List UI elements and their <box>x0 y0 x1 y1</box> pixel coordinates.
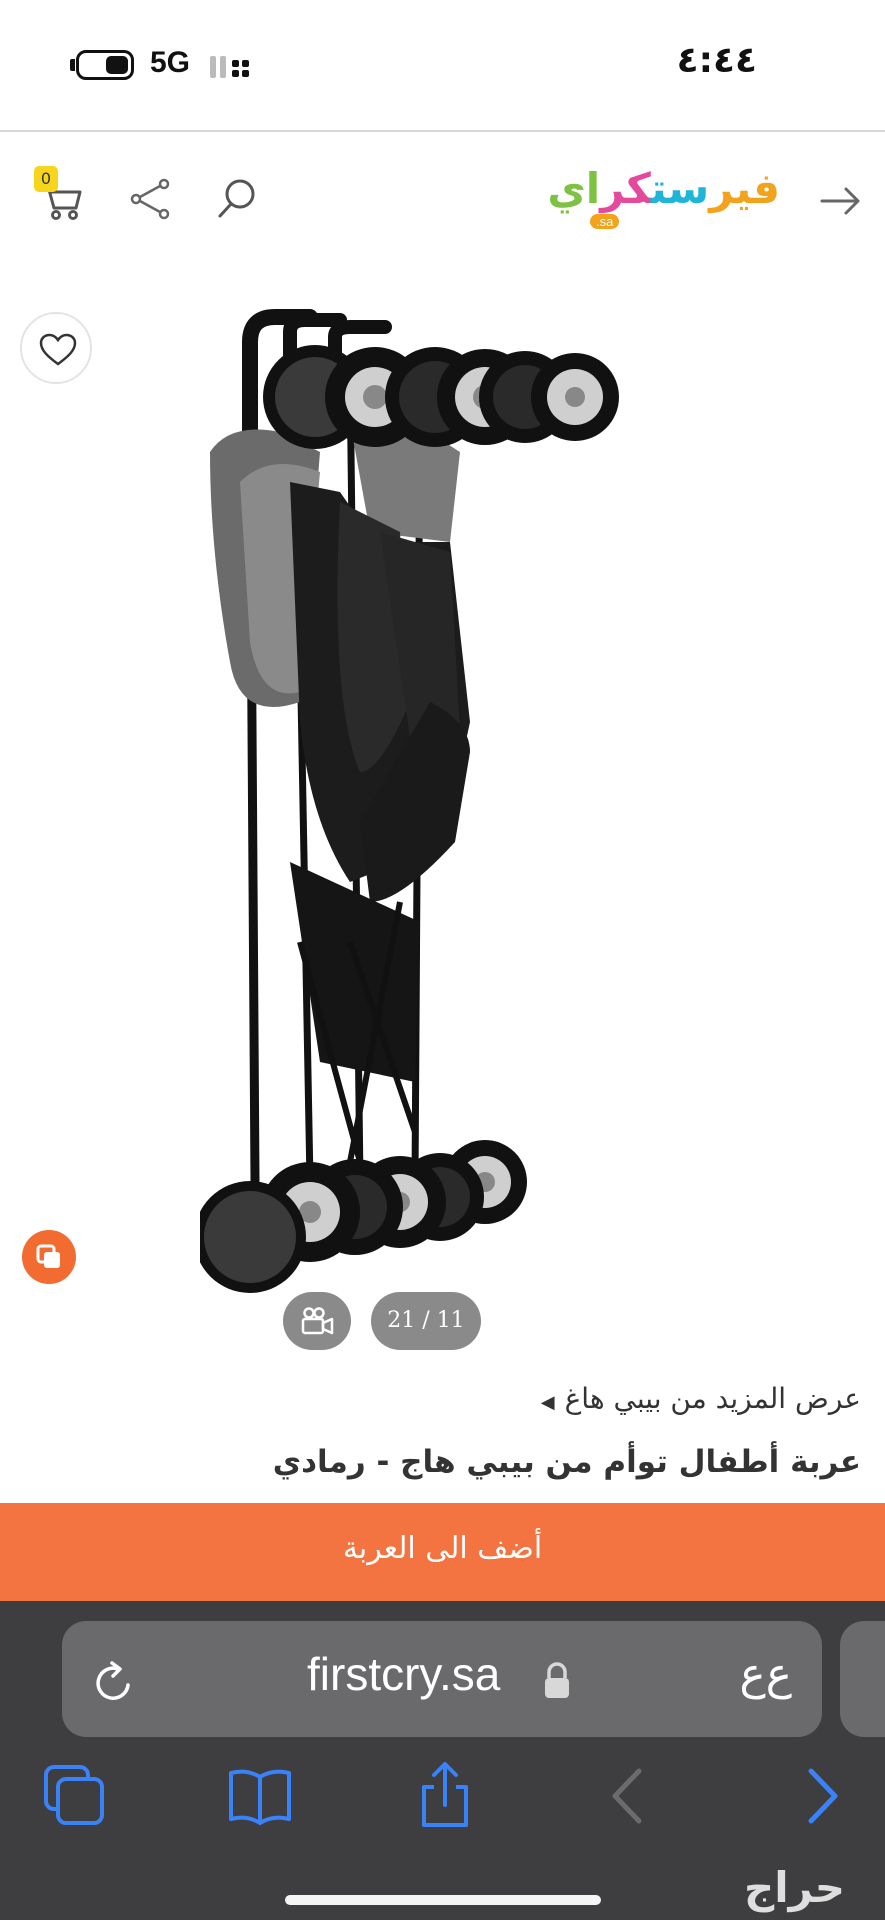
status-bar: 5G ٤:٤٤ <box>0 0 885 132</box>
reload-icon[interactable] <box>92 1659 136 1705</box>
back-icon[interactable] <box>595 1761 665 1831</box>
firstcry-logo[interactable]: فيرستكراي .sa <box>547 164 781 234</box>
product-title: عربة أطفال توأم من بيبي هاج - رمادي <box>272 1444 861 1480</box>
text-size-button[interactable]: ﻉﻉ <box>739 1649 792 1700</box>
lock-icon <box>545 1662 569 1698</box>
home-indicator <box>285 1895 601 1905</box>
next-tab-peek[interactable] <box>840 1621 885 1737</box>
heart-icon <box>39 333 77 366</box>
product-image-stroller <box>200 309 619 1293</box>
tabs-icon[interactable] <box>40 1761 110 1831</box>
add-to-cart-button[interactable]: أضف الى العربة <box>0 1503 885 1601</box>
more-from-brand-label: عرض المزيد من بيبي هاغ <box>564 1382 861 1415</box>
forward-icon[interactable] <box>785 1761 855 1831</box>
compare-icon <box>36 1244 60 1268</box>
signal-icon <box>210 56 249 78</box>
address-bar[interactable]: firstcry.sa ﻉﻉ <box>62 1621 822 1737</box>
video-button[interactable] <box>283 1292 351 1350</box>
logo-domain: .sa <box>590 214 620 229</box>
haraj-watermark: حراج <box>743 1863 845 1912</box>
video-icon <box>301 1307 334 1335</box>
image-counter: 21 / 11 <box>371 1292 481 1350</box>
share-icon[interactable] <box>126 174 176 224</box>
caret-left-icon: ◀ <box>540 1392 555 1413</box>
compare-button[interactable] <box>22 1230 76 1284</box>
site-header: 0 فيرستكراي .sa <box>0 134 885 262</box>
cart-count-badge: 0 <box>34 166 58 192</box>
bookmarks-icon[interactable] <box>225 1761 295 1831</box>
clock: ٤:٤٤ <box>676 40 757 81</box>
share-sheet-icon[interactable] <box>410 1761 480 1831</box>
url-text: firstcry.sa <box>307 1648 501 1700</box>
back-arrow-icon[interactable] <box>816 176 866 226</box>
browser-toolbar: firstcry.sa ﻉﻉ حراج <box>0 1601 885 1920</box>
wishlist-button[interactable] <box>20 312 92 384</box>
network-label: 5G <box>150 46 191 79</box>
logo-text: فيرستكراي <box>547 164 781 213</box>
search-icon[interactable] <box>212 174 262 224</box>
product-gallery[interactable]: 21 / 11 <box>0 262 885 1362</box>
battery-cap <box>70 59 75 71</box>
battery-icon <box>76 50 134 80</box>
more-from-brand-link[interactable]: عرض المزيد من بيبي هاغ ◀ <box>541 1382 861 1415</box>
